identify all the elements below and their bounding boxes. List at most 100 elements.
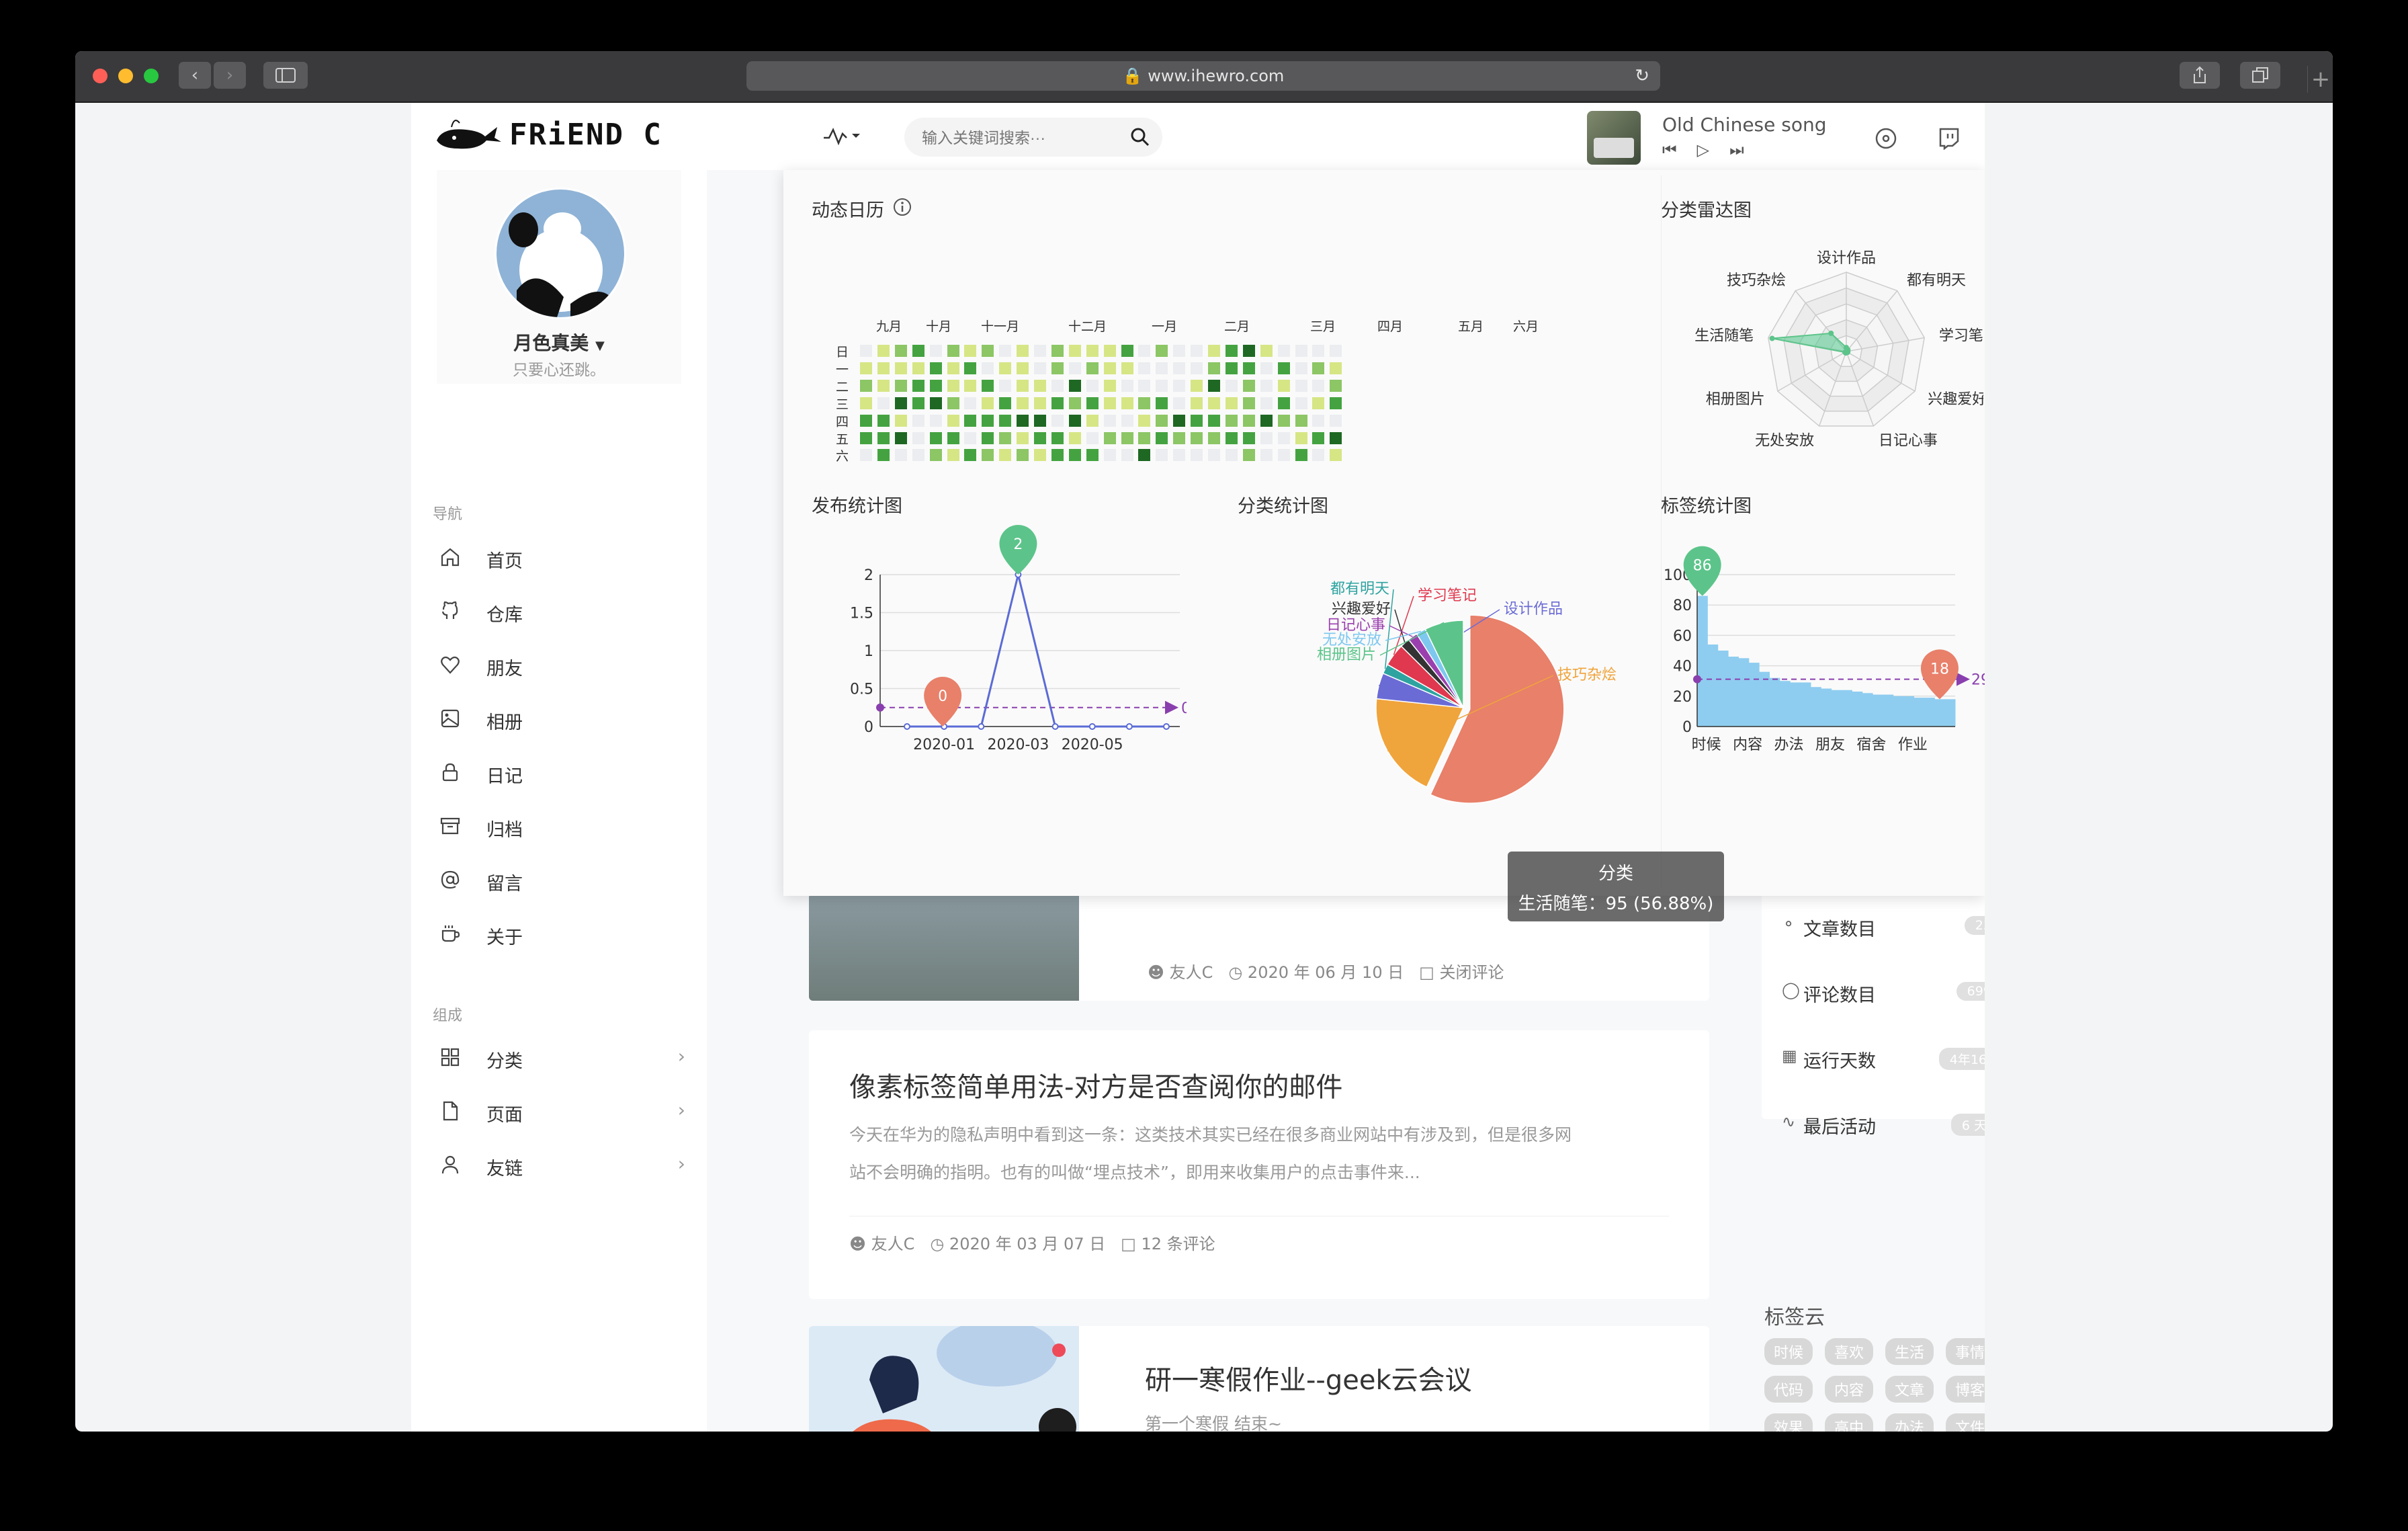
heatmap-cell[interactable]: [1208, 362, 1220, 374]
heatmap-cell[interactable]: [1068, 431, 1081, 444]
heatmap-cell[interactable]: [894, 431, 907, 444]
tag-chip[interactable]: 文件: [1946, 1413, 1985, 1432]
heatmap-cell[interactable]: [1330, 449, 1342, 462]
tag-chip[interactable]: 高中: [1825, 1413, 1874, 1432]
heatmap-cell[interactable]: [964, 379, 977, 392]
heatmap-cell[interactable]: [1017, 379, 1029, 392]
heatmap-cell[interactable]: [1242, 414, 1255, 427]
heatmap-cell[interactable]: [894, 414, 907, 427]
heatmap-cell[interactable]: [964, 345, 977, 357]
heatmap-cell[interactable]: [964, 414, 977, 427]
search-icon[interactable]: [1130, 127, 1150, 147]
heatmap-cell[interactable]: [1017, 449, 1029, 462]
heatmap-cell[interactable]: [1312, 449, 1325, 462]
heatmap-cell[interactable]: [1017, 345, 1029, 357]
heatmap-cell[interactable]: [1121, 414, 1133, 427]
tag-chip[interactable]: 办法: [1885, 1413, 1934, 1432]
heatmap-cell[interactable]: [1051, 345, 1064, 357]
heatmap-cell[interactable]: [912, 362, 924, 374]
tag-chip[interactable]: 效果: [1764, 1413, 1813, 1432]
heatmap-cell[interactable]: [1068, 414, 1081, 427]
heatmap-cell[interactable]: [982, 414, 994, 427]
article-comments[interactable]: 关闭评论: [1439, 963, 1504, 982]
article-comments[interactable]: 12 条评论: [1141, 1235, 1215, 1253]
heatmap-cell[interactable]: [1156, 362, 1168, 374]
heatmap-cell[interactable]: [1208, 379, 1220, 392]
heatmap-cell[interactable]: [929, 362, 942, 374]
search-box[interactable]: [904, 118, 1162, 157]
heatmap-cell[interactable]: [982, 449, 994, 462]
heatmap-cell[interactable]: [1051, 414, 1064, 427]
heatmap-cell[interactable]: [1242, 379, 1255, 392]
heatmap-cell[interactable]: [1121, 362, 1133, 374]
heatmap-cell[interactable]: [1225, 397, 1238, 409]
article-cover-image[interactable]: [809, 1326, 1079, 1432]
nav-item-repo[interactable]: 仓库: [437, 591, 692, 631]
heatmap-cell[interactable]: [1138, 449, 1151, 462]
heatmap-cell[interactable]: [1156, 431, 1168, 444]
nav-item-friends[interactable]: 朋友: [437, 645, 692, 685]
whale-logo-icon[interactable]: [435, 112, 503, 153]
heatmap-cell[interactable]: [877, 345, 890, 357]
nav-item-home[interactable]: 首页: [437, 537, 692, 577]
heatmap-cell[interactable]: [1277, 414, 1290, 427]
heatmap-cell[interactable]: [1103, 414, 1116, 427]
heatmap-cell[interactable]: [877, 414, 890, 427]
heatmap-cell[interactable]: [929, 397, 942, 409]
heatmap-cell[interactable]: [1191, 414, 1203, 427]
heatmap-cell[interactable]: [1312, 414, 1325, 427]
heatmap-cell[interactable]: [1330, 397, 1342, 409]
heatmap-cell[interactable]: [1068, 449, 1081, 462]
profile-name-dropdown[interactable]: 月色真美 ▼: [411, 329, 707, 356]
close-window-button[interactable]: [93, 69, 108, 83]
heatmap-cell[interactable]: [1277, 379, 1290, 392]
heatmap-cell[interactable]: [894, 379, 907, 392]
heatmap-cell[interactable]: [860, 431, 872, 444]
heatmap-cell[interactable]: [1034, 397, 1046, 409]
heatmap-cell[interactable]: [1277, 449, 1290, 462]
heatmap-cell[interactable]: [1121, 379, 1133, 392]
heatmap-cell[interactable]: [1242, 449, 1255, 462]
heatmap-cell[interactable]: [1103, 362, 1116, 374]
heatmap-cell[interactable]: [1225, 414, 1238, 427]
tag-chip[interactable]: 代码: [1764, 1376, 1813, 1403]
heatmap-cell[interactable]: [894, 362, 907, 374]
heatmap-cell[interactable]: [947, 449, 959, 462]
heatmap-cell[interactable]: [1017, 397, 1029, 409]
nav-item-about[interactable]: 关于: [437, 913, 692, 954]
heatmap-cell[interactable]: [1295, 379, 1307, 392]
heatmap-cell[interactable]: [1242, 345, 1255, 357]
heatmap-cell[interactable]: [912, 345, 924, 357]
heatmap-cell[interactable]: [912, 449, 924, 462]
heatmap-cell[interactable]: [1017, 431, 1029, 444]
tag-chip[interactable]: 博客: [1946, 1376, 1985, 1403]
heatmap-cell[interactable]: [1330, 345, 1342, 357]
heatmap-cell[interactable]: [1173, 362, 1186, 374]
heatmap-cell[interactable]: [1068, 345, 1081, 357]
heatmap-cell[interactable]: [1208, 345, 1220, 357]
tag-chip[interactable]: 文章: [1885, 1376, 1934, 1403]
heatmap-cell[interactable]: [877, 362, 890, 374]
heatmap-cell[interactable]: [999, 362, 1012, 374]
heatmap-cell[interactable]: [1260, 379, 1273, 392]
site-logo-text[interactable]: FRiEND C: [509, 118, 662, 152]
heatmap-cell[interactable]: [1121, 397, 1133, 409]
heatmap-cell[interactable]: [982, 345, 994, 357]
heatmap-cell[interactable]: [1295, 449, 1307, 462]
heatmap-cell[interactable]: [1086, 397, 1099, 409]
nav-item-links[interactable]: 友链 ›: [437, 1145, 692, 1185]
heatmap-cell[interactable]: [947, 414, 959, 427]
heatmap-cell[interactable]: [1260, 449, 1273, 462]
heatmap-cell[interactable]: [982, 379, 994, 392]
heatmap-cell[interactable]: [964, 362, 977, 374]
heatmap-cell[interactable]: [1208, 431, 1220, 444]
heatmap-cell[interactable]: [1191, 345, 1203, 357]
heatmap-cell[interactable]: [1086, 431, 1099, 444]
share-button[interactable]: [2180, 62, 2220, 89]
heatmap-cell[interactable]: [1173, 379, 1186, 392]
album-cover[interactable]: [1587, 111, 1641, 165]
heatmap-cell[interactable]: [964, 449, 977, 462]
disc-icon[interactable]: [1875, 127, 1897, 150]
heatmap-cell[interactable]: [1156, 414, 1168, 427]
maximize-window-button[interactable]: [144, 69, 159, 83]
